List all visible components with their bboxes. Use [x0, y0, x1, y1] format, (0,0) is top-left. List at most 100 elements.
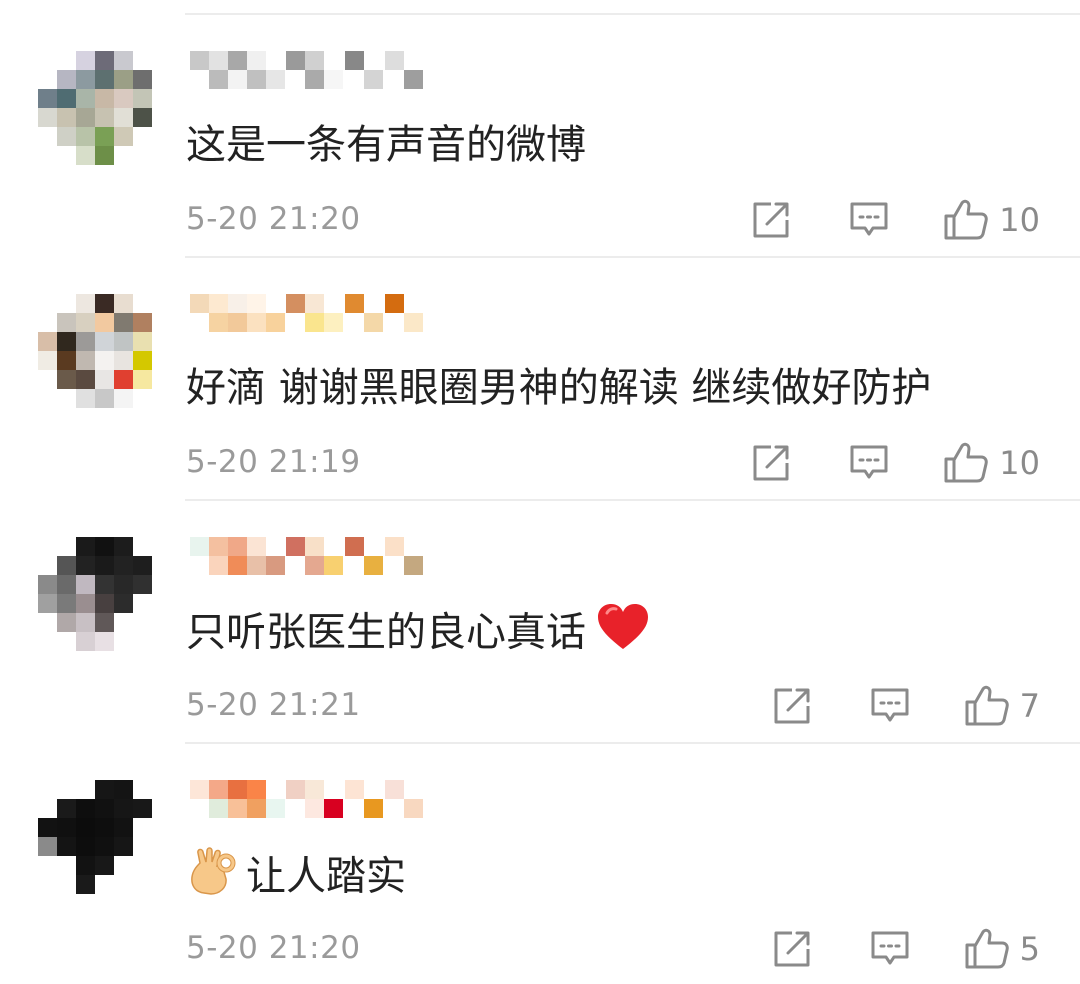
- username-pixel: [345, 537, 364, 556]
- avatar-pixel: [76, 875, 95, 894]
- avatar-pixel: [95, 351, 114, 370]
- username[interactable]: [190, 294, 610, 332]
- avatar-pixel: [76, 313, 95, 332]
- comment-bubble-icon: [870, 687, 910, 725]
- username-pixel: [364, 799, 383, 818]
- forward-button[interactable]: [772, 930, 812, 968]
- like-count: 10: [999, 201, 1040, 239]
- username-pixel: [209, 556, 228, 575]
- like-count: 7: [1019, 687, 1040, 725]
- avatar-pixel: [38, 837, 57, 856]
- username-pixel: [324, 313, 343, 332]
- username-pixel: [404, 313, 423, 332]
- username-pixel: [266, 313, 285, 332]
- username-pixel: [385, 294, 404, 313]
- avatar-pixel: [76, 556, 95, 575]
- avatar-pixel: [114, 294, 133, 313]
- username-pixel: [385, 780, 404, 799]
- avatar-pixel: [95, 389, 114, 408]
- avatar-pixel: [57, 89, 76, 108]
- avatar-pixel: [114, 351, 133, 370]
- avatar[interactable]: [38, 780, 154, 896]
- avatar[interactable]: [38, 294, 154, 410]
- avatar-pixel: [114, 108, 133, 127]
- comment-actions: 5: [772, 926, 1040, 972]
- username-pixel: [247, 537, 266, 556]
- avatar-pixel: [76, 294, 95, 313]
- avatar-pixel: [38, 594, 57, 613]
- avatar-pixel: [95, 818, 114, 837]
- username-pixel: [324, 556, 343, 575]
- avatar-pixel: [95, 108, 114, 127]
- red-heart-emoji: [596, 603, 650, 666]
- avatar-pixel: [114, 389, 133, 408]
- username-pixel: [247, 799, 266, 818]
- avatar-pixel: [114, 575, 133, 594]
- avatar-pixel: [76, 856, 95, 875]
- avatar-pixel: [133, 370, 152, 389]
- avatar-pixel: [76, 332, 95, 351]
- comment-bubble-icon: [870, 930, 910, 968]
- username-pixel: [209, 70, 228, 89]
- share-square-icon: [751, 201, 791, 239]
- username[interactable]: [190, 51, 610, 89]
- comment-time: 5-20 21:20: [186, 930, 361, 966]
- comment-text: 让人踏实: [186, 846, 406, 911]
- username-pixel: [404, 556, 423, 575]
- username-pixel: [228, 780, 247, 799]
- thumbs-up-icon: [964, 928, 1010, 970]
- avatar-pixel: [114, 127, 133, 146]
- username-pixel: [345, 51, 364, 70]
- avatar[interactable]: [38, 51, 154, 167]
- avatar-pixel: [114, 818, 133, 837]
- reply-button[interactable]: [870, 687, 910, 725]
- reply-button[interactable]: [870, 930, 910, 968]
- avatar-pixel: [95, 51, 114, 70]
- avatar-pixel: [95, 294, 114, 313]
- like-button[interactable]: 7: [964, 685, 1040, 727]
- comment-actions: 10: [751, 197, 1040, 243]
- username-pixel: [228, 51, 247, 70]
- comment-text: 只听张医生的良心真话: [186, 603, 650, 666]
- forward-button[interactable]: [751, 201, 791, 239]
- comment-time: 5-20 21:20: [186, 201, 361, 237]
- comment-actions: 7: [772, 683, 1040, 729]
- avatar-pixel: [133, 799, 152, 818]
- avatar-pixel: [95, 370, 114, 389]
- avatar-pixel: [114, 799, 133, 818]
- comment-text: 好滴 谢谢黑眼圈男神的解读 继续做好防护: [186, 360, 931, 416]
- forward-button[interactable]: [772, 687, 812, 725]
- avatar-pixel: [76, 370, 95, 389]
- ok-hand-emoji: [186, 846, 236, 911]
- username[interactable]: [190, 537, 610, 575]
- forward-button[interactable]: [751, 444, 791, 482]
- reply-button[interactable]: [849, 444, 889, 482]
- username-pixel: [247, 51, 266, 70]
- avatar-pixel: [133, 332, 152, 351]
- avatar-pixel: [114, 332, 133, 351]
- avatar-pixel: [57, 127, 76, 146]
- username[interactable]: [190, 780, 610, 818]
- like-button[interactable]: 10: [943, 199, 1040, 241]
- reply-button[interactable]: [849, 201, 889, 239]
- username-pixel: [324, 799, 343, 818]
- username-pixel: [190, 294, 209, 313]
- avatar[interactable]: [38, 537, 154, 653]
- avatar-pixel: [95, 575, 114, 594]
- username-pixel: [247, 70, 266, 89]
- avatar-pixel: [95, 799, 114, 818]
- username-pixel: [228, 799, 247, 818]
- avatar-pixel: [114, 837, 133, 856]
- share-square-icon: [751, 444, 791, 482]
- avatar-pixel: [57, 351, 76, 370]
- username-pixel: [286, 51, 305, 70]
- avatar-pixel: [133, 313, 152, 332]
- avatar-pixel: [95, 632, 114, 651]
- username-pixel: [190, 537, 209, 556]
- avatar-pixel: [133, 556, 152, 575]
- username-pixel: [385, 51, 404, 70]
- like-button[interactable]: 10: [943, 442, 1040, 484]
- avatar-pixel: [114, 313, 133, 332]
- username-pixel: [247, 556, 266, 575]
- like-button[interactable]: 5: [964, 928, 1040, 970]
